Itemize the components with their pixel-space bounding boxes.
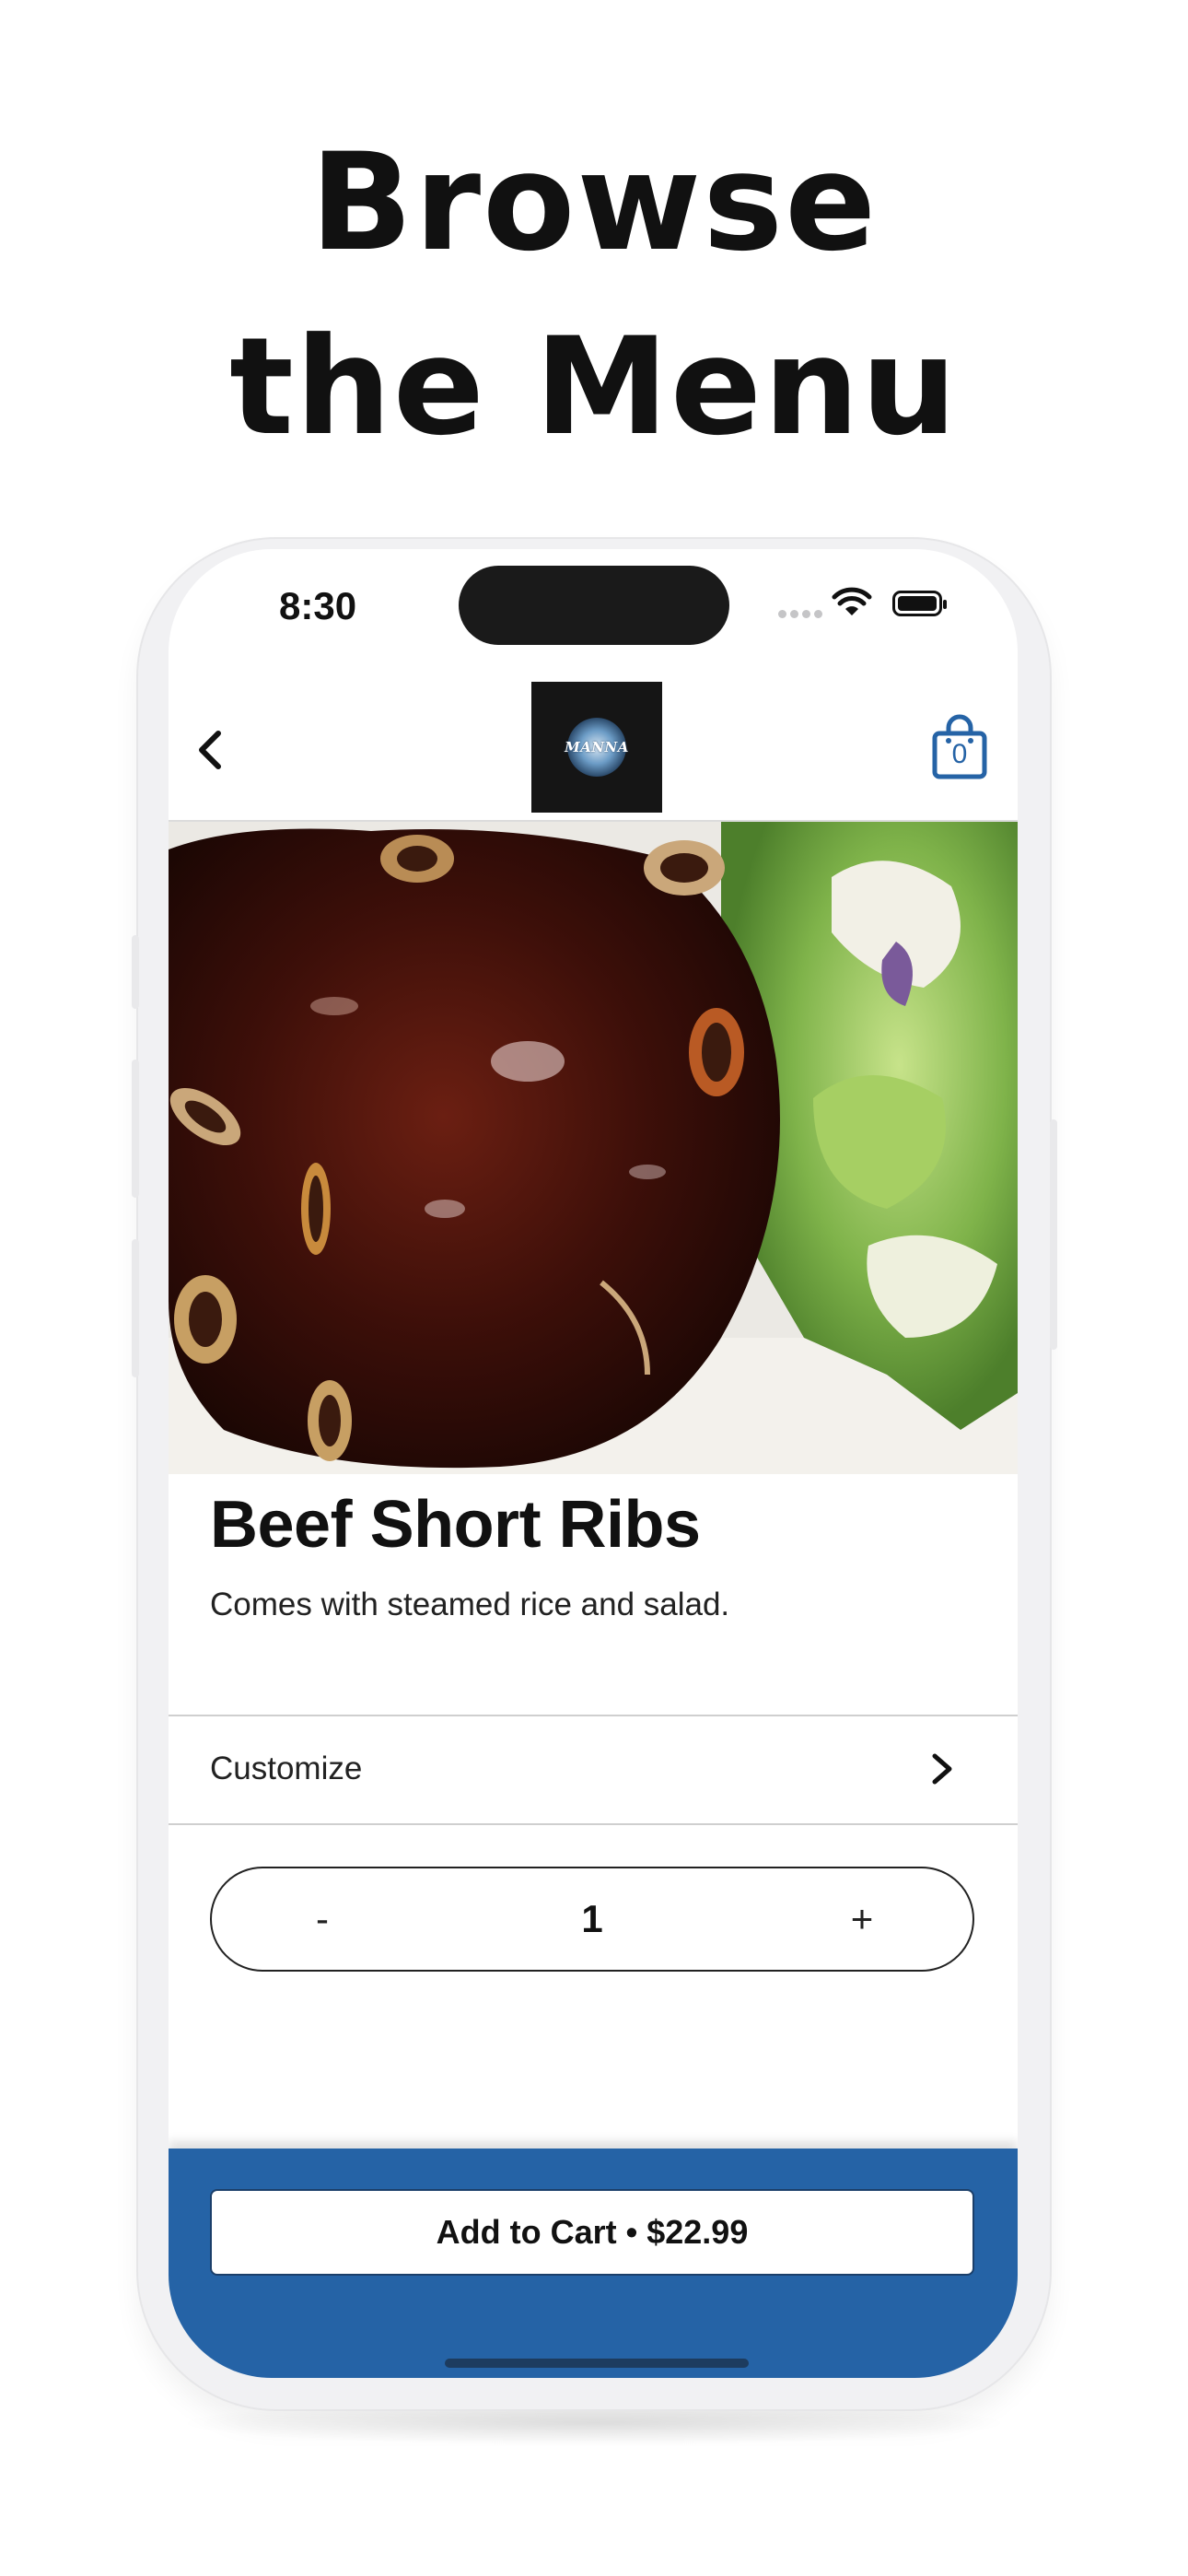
chevron-left-icon[interactable]: [189, 722, 229, 778]
headline: Browse the Menu: [0, 111, 1188, 479]
logo-text: MANNA: [565, 739, 629, 755]
bottom-action-bar: Add to Cart • $22.99: [169, 2149, 1018, 2378]
customize-row[interactable]: Customize: [169, 1715, 1018, 1822]
item-description: Comes with steamed rice and salad.: [210, 1587, 730, 1622]
logo-burst-icon: MANNA: [565, 718, 629, 777]
restaurant-logo: MANNA: [531, 682, 662, 813]
item-photo: [169, 822, 1018, 1474]
cellular-signal-icon: [778, 606, 826, 623]
increase-quantity-button[interactable]: +: [798, 1868, 926, 1970]
item-title: Beef Short Ribs: [210, 1488, 701, 1562]
phone-volume-down: [132, 1239, 139, 1377]
phone-mute-switch: [132, 935, 139, 1009]
quantity-stepper: - 1 +: [210, 1867, 974, 1972]
customize-label: Customize: [210, 1751, 363, 1786]
home-indicator[interactable]: [445, 2359, 749, 2368]
app-screen: 8:30 MANNA 0 Beef Short Ribs Comes with …: [169, 549, 1018, 2378]
cart-count-badge: 0: [951, 739, 968, 769]
headline-line-2: the Menu: [229, 309, 959, 465]
dynamic-island: [459, 566, 729, 645]
battery-icon: [892, 591, 947, 616]
wifi-icon: [832, 587, 872, 615]
headline-line-1: Browse: [309, 124, 879, 281]
divider-bottom: [169, 1823, 1018, 1825]
phone-power-button: [1050, 1119, 1057, 1350]
chevron-right-icon: [932, 1753, 952, 1785]
status-time: 8:30: [279, 584, 357, 627]
phone-volume-up: [132, 1060, 139, 1198]
decrease-quantity-button[interactable]: -: [258, 1868, 387, 1970]
add-to-cart-button[interactable]: Add to Cart • $22.99: [210, 2189, 974, 2276]
